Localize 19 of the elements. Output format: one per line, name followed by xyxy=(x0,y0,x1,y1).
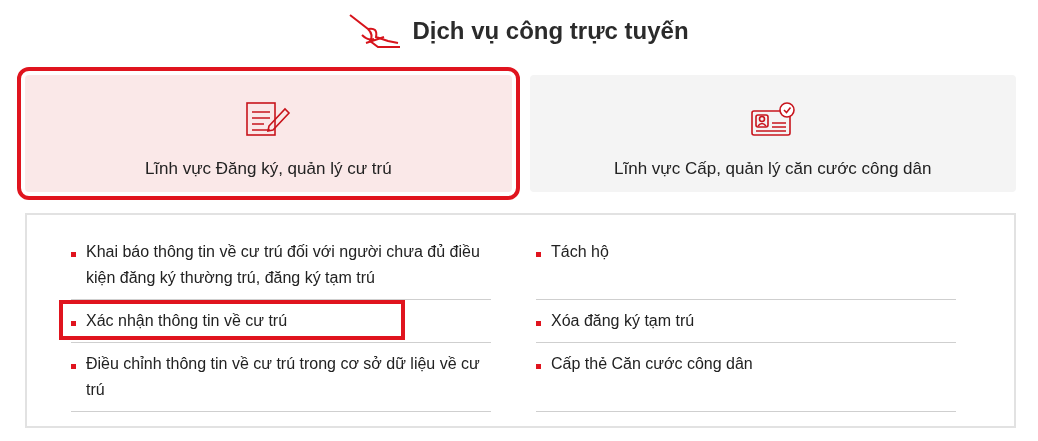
service-link[interactable]: Cấp thẻ Căn cước công dân xyxy=(551,351,753,377)
tab-label: Lĩnh vực Cấp, quản lý căn cước công dân xyxy=(614,159,932,179)
bullet-icon xyxy=(536,252,541,257)
bullet-icon xyxy=(71,321,76,326)
crane-logo-icon xyxy=(348,13,403,49)
document-pen-icon xyxy=(245,101,292,137)
service-link[interactable]: Tách hộ xyxy=(551,239,609,265)
service-link[interactable]: Xóa đăng ký tạm trú xyxy=(551,308,695,334)
service-link[interactable]: Khai báo thông tin về cư trú đối với người chưa đủ điều kiện đăng ký thường trú, đăng ký tạm trú xyxy=(86,239,491,291)
id-card-check-icon xyxy=(749,101,796,137)
bullet-icon xyxy=(71,252,76,257)
bullet-icon xyxy=(71,364,76,369)
tab-label: Lĩnh vực Đăng ký, quản lý cư trú xyxy=(144,159,392,179)
bullet-icon xyxy=(536,364,541,369)
bullet-icon xyxy=(536,321,541,326)
page-title: Dịch vụ công trực tuyến xyxy=(412,17,689,45)
category-tab[interactable]: Lĩnh vực Cấp, quản lý căn cước công dân xyxy=(529,75,1016,192)
service-link[interactable]: Xác nhận thông tin về cư trú xyxy=(86,308,288,334)
service-link[interactable]: Điều chỉnh thông tin về cư trú trong cơ sở dữ liệu về cư trú xyxy=(86,351,491,403)
